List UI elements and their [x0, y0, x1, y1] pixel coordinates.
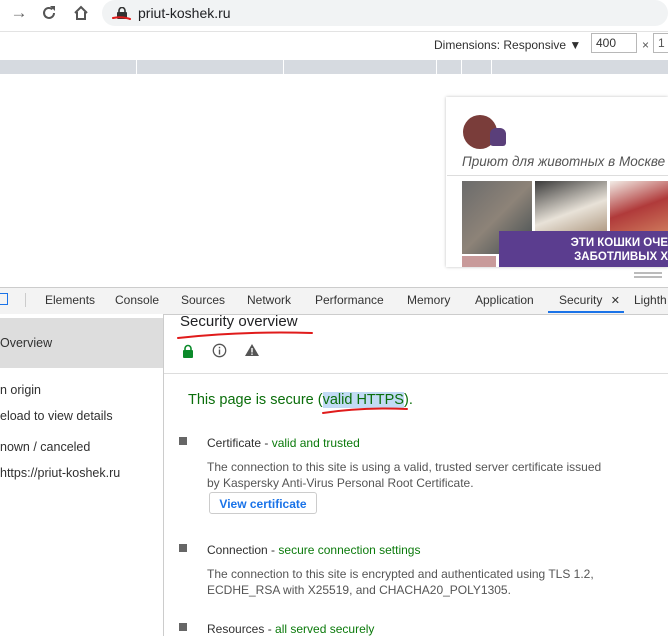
annotation-underline-url: [112, 16, 131, 20]
annotation-underline-title: [177, 331, 313, 339]
annotation-underline-https: [322, 407, 408, 414]
annotation-overlay: [112, 16, 408, 414]
